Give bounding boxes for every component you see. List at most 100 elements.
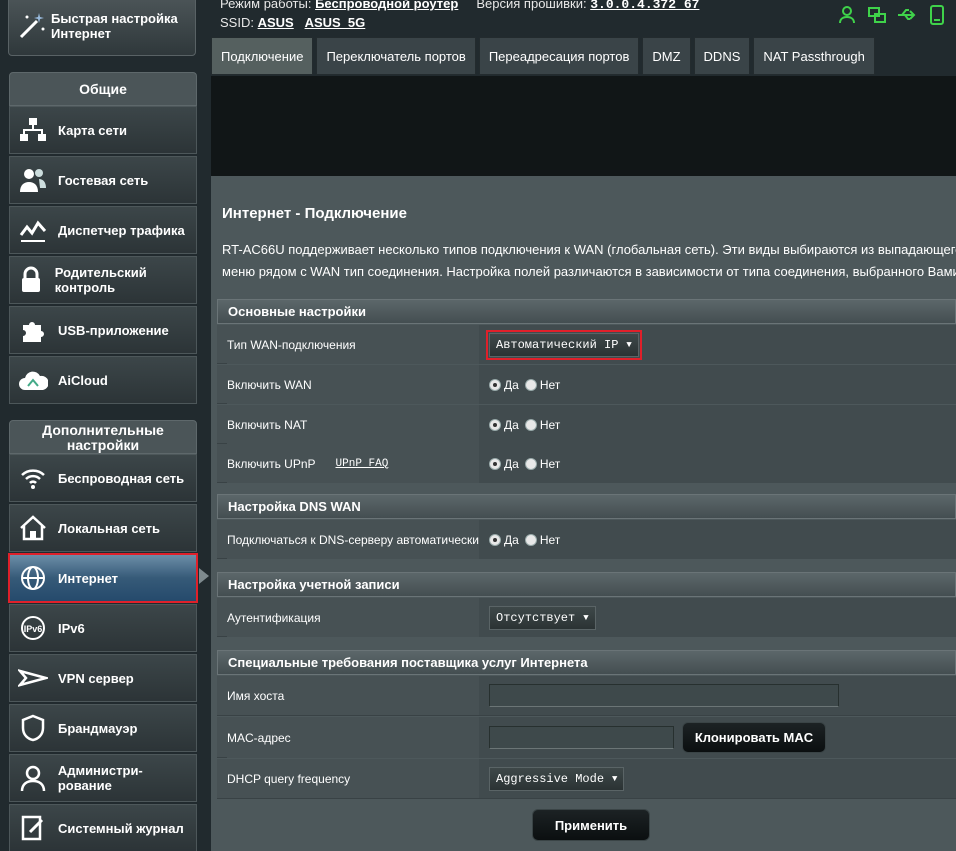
nav-lan[interactable]: Локальная сеть: [9, 504, 197, 552]
user-status-icon[interactable]: [836, 4, 858, 26]
nav-aicloud[interactable]: AiCloud: [9, 356, 197, 404]
radio-checked-icon: [489, 378, 501, 391]
tab-banner-area: [211, 76, 956, 176]
quick-setup-button[interactable]: Быстрая настройка Интернет: [8, 0, 196, 56]
vpn-icon: [16, 661, 50, 695]
nav-label: Карта сети: [58, 122, 127, 138]
tab-connection[interactable]: Подключение: [211, 37, 314, 75]
radio-checked-icon: [489, 457, 501, 470]
lan-icon: [16, 511, 50, 545]
upnp-faq-link[interactable]: UPnP FAQ: [336, 457, 389, 471]
auth-value: Отсутствует: [496, 610, 576, 625]
row-hostname: Имя хоста: [217, 676, 956, 716]
apply-button[interactable]: Применить: [532, 809, 650, 841]
network-status-icon[interactable]: [866, 4, 888, 26]
dhcp-frequency-label: DHCP query frequency: [227, 759, 479, 798]
dns-auto-no-radio[interactable]: Нет: [524, 532, 561, 547]
enable-nat-no-radio[interactable]: Нет: [524, 418, 560, 432]
radio-checked-icon: [489, 418, 501, 431]
nav-label: Диспетчер трафика: [58, 222, 185, 238]
ssid-1-link[interactable]: ASUS: [258, 15, 294, 30]
nav-vpn[interactable]: VPN сервер: [9, 654, 197, 702]
tab-dmz[interactable]: DMZ: [642, 37, 691, 75]
ssid-2-link[interactable]: ASUS_5G: [305, 15, 366, 30]
radio-unchecked-icon: [524, 378, 537, 391]
tab-ddns[interactable]: DDNS: [693, 37, 751, 75]
chevron-down-icon: ▼: [626, 339, 632, 350]
section-basic-settings: Основные настройки: [217, 299, 956, 324]
auth-select[interactable]: Отсутствует ▼: [489, 605, 596, 630]
nav-label: Брандмауэр: [58, 720, 138, 736]
system-log-icon: [16, 811, 50, 845]
description-line-1: RT-AC66U поддерживает несколько типов по…: [222, 242, 956, 257]
enable-wan-no-radio[interactable]: Нет: [524, 378, 560, 392]
nav-guest-network[interactable]: Гостевая сеть: [9, 156, 197, 204]
radio-unchecked-icon: [524, 533, 537, 546]
enable-upnp-label-cell: Включить UPnP UPnP FAQ: [227, 444, 479, 483]
row-dhcp-frequency: DHCP query frequency Aggressive Mode ▼: [217, 759, 956, 799]
radio-yes-label: Да: [504, 417, 519, 432]
status-bar: Режим работы: Беспроводной роутер Версия…: [220, 0, 956, 34]
parental-control-icon: [16, 263, 47, 297]
nav-firewall[interactable]: Брандмауэр: [9, 704, 197, 752]
radio-yes-label: Да: [504, 532, 519, 547]
chevron-down-icon: ▼: [612, 773, 618, 784]
hostname-input[interactable]: [489, 684, 839, 707]
dns-auto-yes-radio[interactable]: Да: [489, 533, 519, 547]
usb-status-icon[interactable]: [896, 4, 918, 26]
dhcp-frequency-select[interactable]: Aggressive Mode ▼: [489, 766, 625, 791]
radio-no-label: Нет: [539, 532, 561, 547]
auth-label: Аутентификация: [227, 598, 479, 637]
radio-no-label: Нет: [539, 456, 561, 471]
tab-port-forwarding[interactable]: Переадресация портов: [478, 37, 640, 75]
description-line-2: меню рядом с WAN тип соединения. Настрой…: [222, 264, 956, 279]
nav-usb-app[interactable]: USB-приложение: [9, 306, 197, 354]
hostname-label: Имя хоста: [227, 676, 479, 715]
nav-label: Системный журнал: [58, 820, 184, 836]
quick-setup-label: Быстрая настройка Интернет: [51, 11, 178, 41]
wan-type-select[interactable]: Автоматический IP ▼: [486, 329, 642, 360]
mode-link[interactable]: Беспроводной роутер: [315, 0, 458, 11]
enable-wan-yes-radio[interactable]: Да: [489, 378, 519, 392]
enable-upnp-no-radio[interactable]: Нет: [524, 456, 561, 471]
main-panel: Интернет - Подключение RT-AC66U поддержи…: [211, 176, 956, 851]
chevron-down-icon: ▼: [583, 612, 589, 623]
aicloud-icon: [16, 363, 50, 397]
radio-yes-label: Да: [504, 456, 519, 471]
dhcp-frequency-value: Aggressive Mode: [496, 771, 605, 786]
radio-checked-icon: [489, 533, 501, 546]
nav-wireless[interactable]: Беспроводная сеть: [9, 454, 197, 502]
nav-label: Администри-рование: [57, 763, 143, 793]
firmware-link[interactable]: 3.0.0.4.372_67: [590, 0, 699, 12]
enable-upnp-yes-radio[interactable]: Да: [489, 457, 519, 471]
row-authentication: Аутентификация Отсутствует ▼: [217, 598, 956, 637]
row-enable-upnp: Включить UPnP UPnP FAQ Да Нет: [217, 444, 956, 483]
nav-network-map[interactable]: Карта сети: [9, 106, 197, 154]
enable-upnp-label: Включить UPnP: [227, 456, 316, 471]
page-description: RT-AC66U поддерживает несколько типов по…: [222, 239, 956, 283]
nav-administration[interactable]: Администри-рование: [9, 754, 197, 802]
traffic-manager-icon: [16, 213, 50, 247]
app-icon[interactable]: [926, 4, 948, 26]
page-title: Интернет - Подключение: [222, 205, 407, 222]
wireless-icon: [16, 461, 50, 495]
nav-parental-control[interactable]: Родительский контроль: [9, 256, 197, 304]
enable-nat-yes-radio[interactable]: Да: [489, 418, 519, 432]
nav-ipv6[interactable]: IPv6 IPv6: [9, 604, 197, 652]
radio-yes-label: Да: [504, 377, 519, 392]
nav-label: Родительский контроль: [54, 265, 147, 295]
clone-mac-button[interactable]: Клонировать MAC: [682, 722, 826, 753]
row-mac: MAC-адрес Клонировать MAC: [217, 717, 956, 758]
advanced-group-title: Дополнительные настройки: [9, 420, 197, 454]
nav-system-log[interactable]: Системный журнал: [9, 804, 197, 851]
tab-nat-passthrough[interactable]: NAT Passthrough: [753, 37, 875, 75]
mode-label: Режим работы:: [220, 0, 312, 11]
mac-input[interactable]: [489, 726, 674, 749]
tab-port-switch[interactable]: Переключатель портов: [316, 37, 476, 75]
nav-label: VPN сервер: [58, 670, 134, 686]
nav-label: Беспроводная сеть: [58, 470, 185, 486]
ssid-label: SSID:: [220, 15, 254, 30]
row-dns-auto: Подключаться к DNS-серверу автоматически…: [217, 520, 956, 559]
nav-traffic-manager[interactable]: Диспетчер трафика: [9, 206, 197, 254]
nav-internet[interactable]: Интернет: [8, 553, 198, 603]
